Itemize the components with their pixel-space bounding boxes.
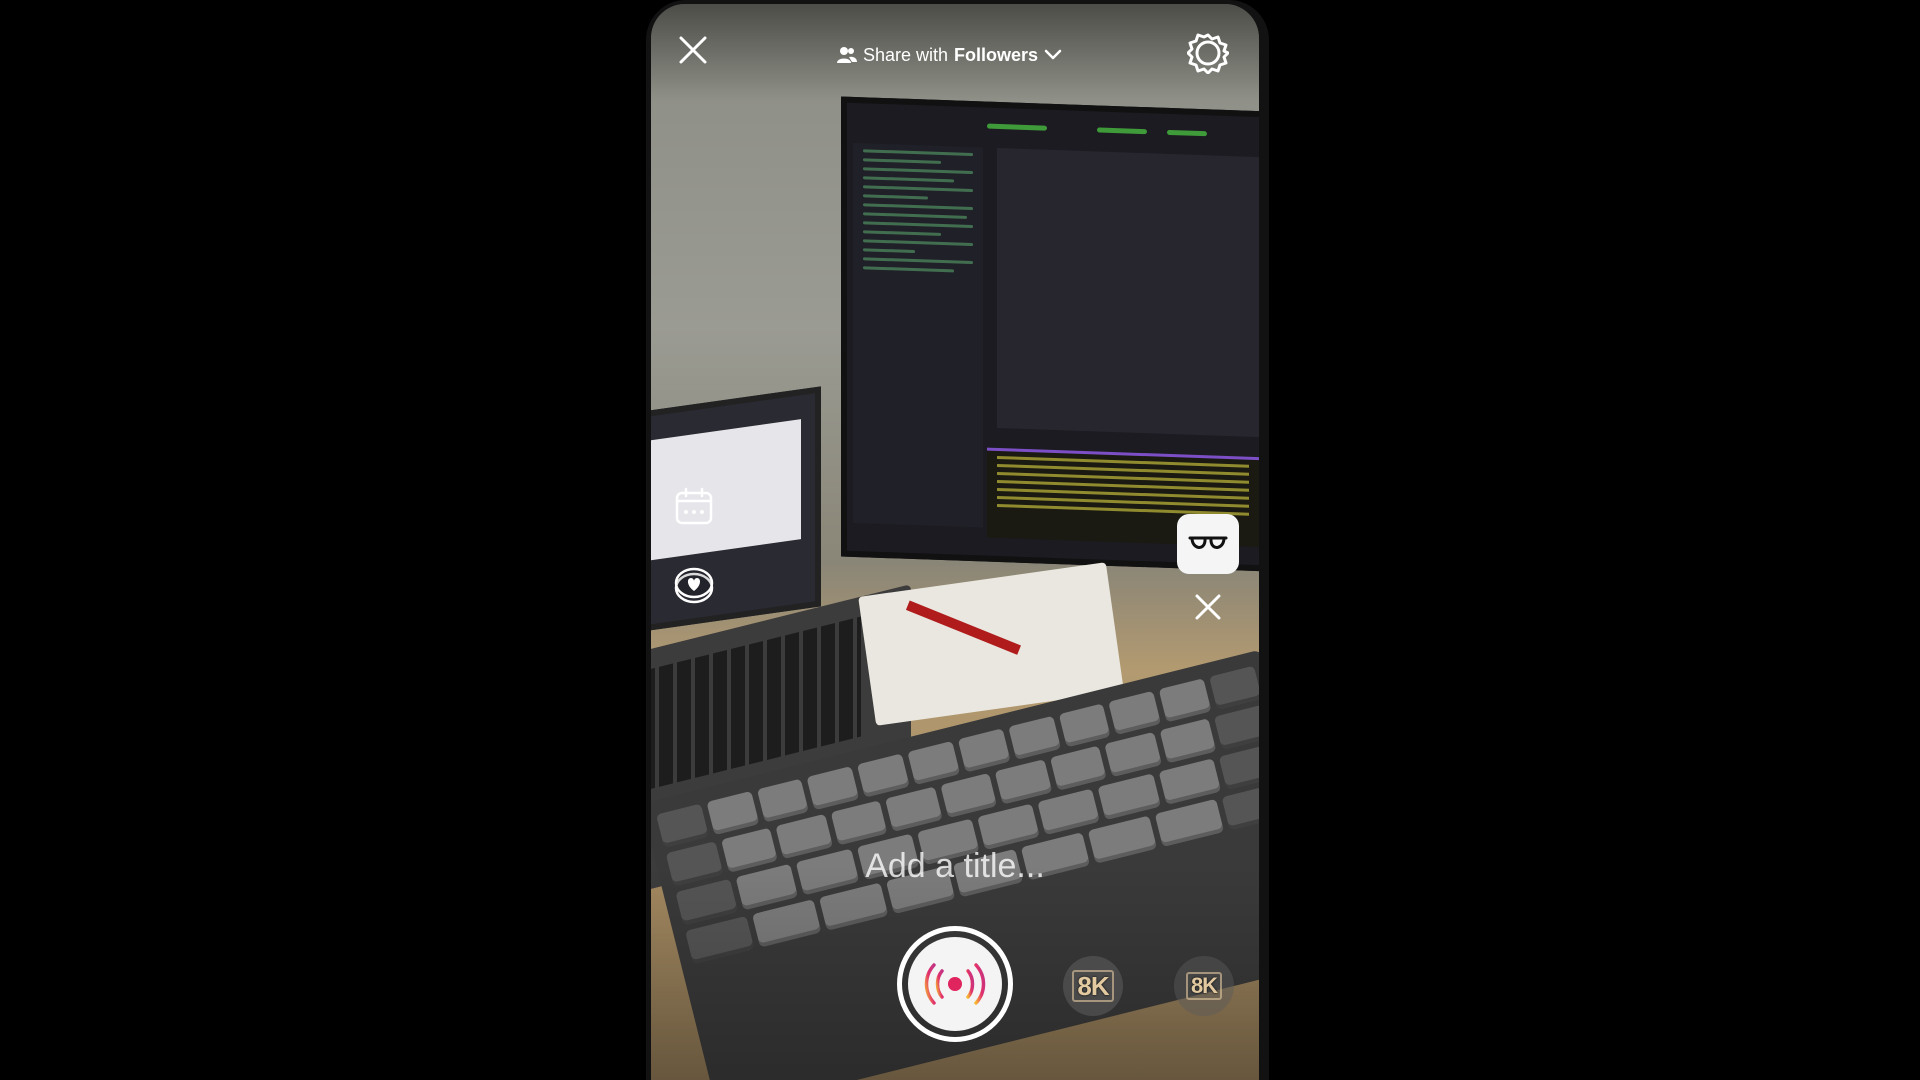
go-live-button-inner (908, 937, 1002, 1031)
quality-8k-label-secondary: 8K (1185, 972, 1223, 1000)
gear-icon (1187, 33, 1229, 74)
scene-monitor (841, 96, 1259, 572)
phone-frame: Share with Followers Add a title... 8K 8… (646, 0, 1269, 1080)
calendar-icon (675, 487, 713, 525)
go-live-button[interactable] (897, 926, 1013, 1042)
remove-effect-button[interactable] (1177, 578, 1239, 636)
close-button[interactable] (669, 26, 717, 74)
camera-preview: Share with Followers Add a title... 8K 8… (651, 4, 1259, 1080)
share-audience-selector[interactable]: Share with Followers (837, 38, 1062, 72)
heart-coin-icon (674, 567, 714, 604)
effect-glasses-button[interactable] (1177, 514, 1239, 574)
close-icon (1195, 594, 1221, 620)
broadcast-icon (924, 963, 986, 1005)
screen-backdrop: Share with Followers Add a title... 8K 8… (0, 0, 1920, 1080)
share-audience: Followers (954, 44, 1039, 65)
share-prefix: Share with (863, 44, 949, 65)
close-icon (679, 36, 707, 64)
schedule-button[interactable] (669, 482, 719, 532)
people-icon (837, 47, 857, 63)
quality-8k-label: 8K (1072, 970, 1114, 1002)
fundraiser-button[interactable] (669, 560, 719, 610)
title-input[interactable] (755, 840, 1155, 892)
glasses-icon (1188, 536, 1228, 549)
chevron-down-icon (1044, 49, 1062, 60)
settings-button[interactable] (1183, 28, 1233, 78)
quality-8k-badge-secondary[interactable]: 8K (1174, 956, 1234, 1016)
quality-8k-badge[interactable]: 8K (1063, 956, 1123, 1016)
